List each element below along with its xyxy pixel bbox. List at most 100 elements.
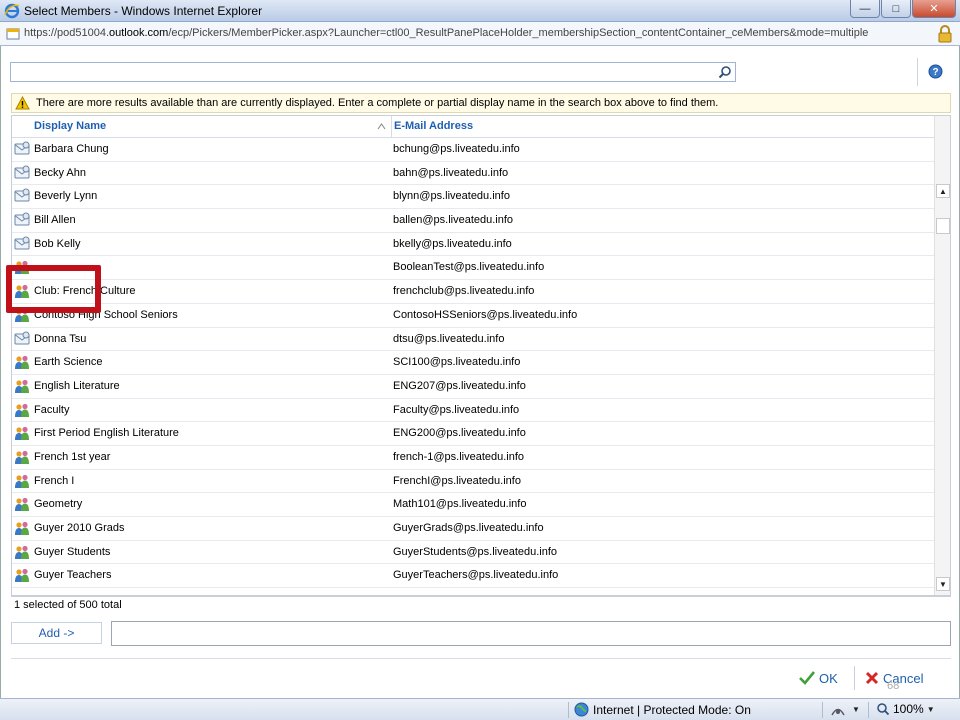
display-name-cell: Earth Science [34,356,103,369]
user-mailbox-icon [14,331,30,347]
table-row[interactable]: Guyer Students GuyerStudents@ps.liveatedu… [12,541,934,565]
security-zone[interactable]: Internet | Protected Mode: On [574,702,751,717]
more-results-warning: There are more results available than ar… [11,93,951,113]
zoom-icon [877,703,890,716]
sort-ascending-icon [377,123,386,130]
display-name-cell: Club: French Culture [34,285,136,298]
email-cell: FrenchI@ps.liveatedu.info [393,474,521,487]
privacy-dropdown-icon[interactable]: ▼ [852,705,860,714]
table-row[interactable]: Earth Science SCI100@ps.liveatedu.info [12,351,934,375]
globe-icon [574,702,589,717]
grid-header: Display Name E-Mail Address [12,116,934,138]
lock-icon[interactable] [938,25,952,43]
privacy-icon[interactable] [830,702,846,718]
table-row[interactable]: Guyer Teachers GuyerTeachers@ps.liveatedu… [12,564,934,589]
table-row[interactable]: Club: French Culture frenchclub@ps.liveat… [12,280,934,304]
maximize-icon[interactable]: □ [881,0,911,18]
window-controls: — □ ✕ [849,0,956,18]
search-icon[interactable] [718,65,732,79]
display-name-cell: Guyer Students [34,545,111,558]
group-icon [14,402,30,418]
email-cell: frenchclub@ps.liveatedu.info [393,285,535,298]
email-cell: ballen@ps.liveatedu.info [393,214,514,227]
table-row[interactable]: Becky Ahn bahn@ps.liveatedu.info [12,162,934,186]
email-cell: blynn@ps.liveatedu.info [393,190,510,203]
table-row[interactable]: Contoso High School Seniors ContosoHSSeni… [12,304,934,328]
address-bar[interactable]: https://pod51004.outlook.com/ecp/Pickers… [0,22,960,46]
status-divider [822,702,823,718]
email-cell: ENG200@ps.liveatedu.info [393,427,526,440]
column-header-display-name[interactable]: Display Name [34,116,392,138]
selected-members-field[interactable] [111,621,951,646]
table-row[interactable]: Faculty Faculty@ps.liveatedu.info [12,399,934,423]
display-name-cell: Becky Ahn [34,166,86,179]
display-name-cell: Guyer 2010 Grads [34,522,125,534]
group-icon [14,496,30,512]
table-row[interactable]: Geometry Math101@ps.liveatedu.info [12,493,934,517]
add-button[interactable]: Add -> [11,622,102,644]
url-domain: outlook.com [109,27,169,39]
cancel-button[interactable]: Cancel [865,668,935,688]
page-icon [6,28,20,40]
table-row[interactable]: Bill Allen ballen@ps.liveatedu.info [12,209,934,233]
group-icon [14,449,30,465]
user-mailbox-icon [14,188,30,204]
help-icon[interactable]: ? [928,64,943,79]
email-cell: bkelly@ps.liveatedu.info [393,237,512,250]
ok-label: OK [819,670,838,686]
table-row[interactable]: English Literature ENG207@ps.liveatedu.in… [12,375,934,399]
browser-status-bar: Internet | Protected Mode: On ▼ 100% ▼ [0,698,960,720]
zoom-dropdown-icon[interactable]: ▼ [927,705,935,714]
table-row[interactable]: Beverly Lynn blynn@ps.liveatedu.info [12,185,934,210]
user-mailbox-icon [14,141,30,157]
group-icon [14,520,30,536]
display-name-cell: Bill Allen [34,214,76,227]
ok-button[interactable]: OK [799,668,843,688]
display-name-cell: English Literature [34,379,120,392]
column-header-email[interactable]: E-Mail Address [394,116,934,138]
scroll-thumb[interactable] [936,218,950,234]
display-name-cell: French 1st year [34,450,111,463]
search-input[interactable] [11,63,711,81]
table-row[interactable]: BooleanTest@ps.liveatedu.info [12,256,934,281]
zoom-level: 100% [893,702,924,716]
group-icon [14,425,30,441]
status-divider [868,702,869,718]
display-name-cell: First Period English Literature [34,427,179,440]
table-row[interactable]: Donna Tsu dtsu@ps.liveatedu.info [12,328,934,352]
zoom-control[interactable]: 100% ▼ [876,702,935,716]
table-row[interactable]: Barbara Chung bchung@ps.liveatedu.info [12,138,934,162]
table-row[interactable]: Bob Kelly bkelly@ps.liveatedu.info [12,233,934,257]
table-row[interactable]: First Period English Literature ENG200@ps… [12,422,934,446]
url-path: /ecp/Pickers/MemberPicker.aspx?Launcher=… [168,27,869,39]
email-cell: SCI100@ps.liveatedu.info [393,356,521,369]
url-text[interactable]: https://pod51004.outlook.com/ecp/Pickers… [24,27,868,39]
email-cell: dtsu@ps.liveatedu.info [393,332,505,345]
members-grid: Display Name E-Mail Address Barbara Chun… [11,115,951,596]
email-cell: BooleanTest@ps.liveatedu.info [393,261,545,274]
table-row[interactable]: French 1st year french-1@ps.liveatedu.inf… [12,446,934,470]
footer-divider [11,658,951,659]
grid-scrollbar[interactable]: ▲ ▼ [934,116,950,595]
group-icon [14,307,30,323]
group-icon [14,259,30,275]
user-mailbox-icon [14,236,30,252]
user-mailbox-icon [14,165,30,181]
display-name-cell: Contoso High School Seniors [34,308,178,321]
table-row[interactable]: French I FrenchI@ps.liveatedu.info [12,470,934,494]
display-name-cell: Barbara Chung [34,143,109,155]
display-name-cell: Bob Kelly [34,237,81,250]
selection-count: 1 selected of 500 total [11,596,951,612]
scroll-down-icon[interactable]: ▼ [936,577,950,591]
scroll-up-icon[interactable]: ▲ [936,184,950,198]
cancel-x-icon [865,671,879,685]
table-row[interactable]: Guyer 2010 Grads GuyerGrads@ps.liveatedu.… [12,517,934,541]
email-cell: ENG207@ps.liveatedu.info [393,379,526,392]
minimize-icon[interactable]: — [850,0,880,18]
button-divider [854,666,855,690]
email-cell: GuyerStudents@ps.liveatedu.info [393,545,558,558]
close-icon[interactable]: ✕ [912,0,956,18]
email-cell: GuyerTeachers@ps.liveatedu.info [393,569,559,582]
svg-text:?: ? [932,67,938,78]
warning-icon [15,96,30,110]
